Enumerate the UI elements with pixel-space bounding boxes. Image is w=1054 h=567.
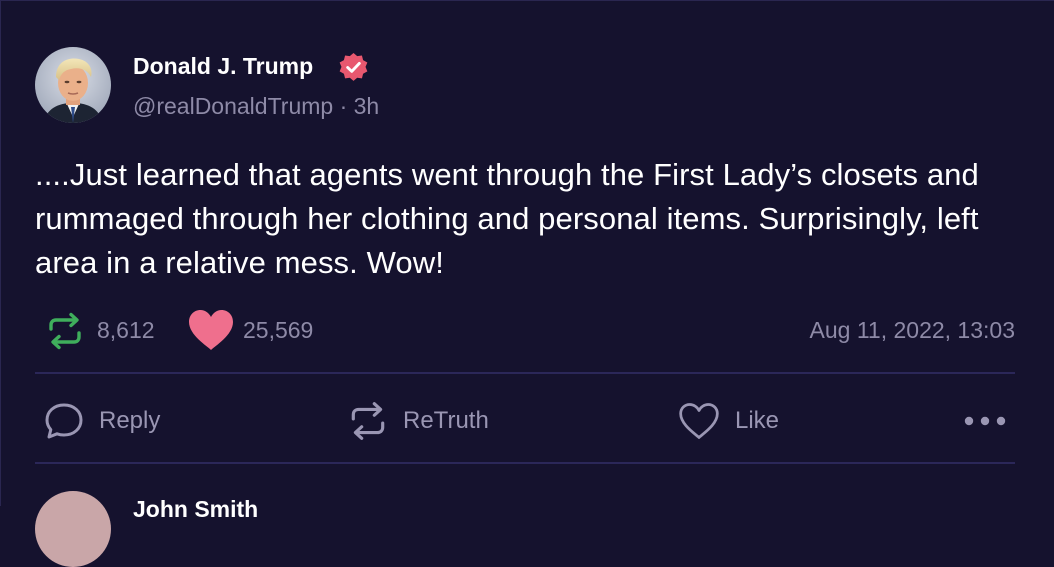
retruth-label: ReTruth	[403, 407, 489, 434]
reply-icon	[45, 403, 83, 439]
time-ago[interactable]: 3h	[354, 93, 380, 119]
reply-label: Reply	[99, 407, 161, 434]
divider-bottom	[35, 462, 1015, 464]
next-post-avatar[interactable]	[35, 491, 111, 567]
post-actions: Reply ReTruth Like	[35, 391, 1015, 451]
like-label: Like	[735, 407, 780, 434]
post-card: Donald J. Trump @realDonaldTrump · 3h ..…	[0, 0, 1054, 567]
post-stats: 8,612 25,569 Aug 11, 2022, 13:03	[35, 305, 1015, 353]
divider-top	[35, 372, 1015, 374]
next-post-author-name[interactable]: John Smith	[133, 496, 258, 523]
author-name[interactable]: Donald J. Trump	[133, 53, 313, 80]
author-handle[interactable]: @realDonaldTrump	[133, 93, 333, 119]
post-timestamp[interactable]: Aug 11, 2022, 13:03	[810, 317, 1015, 344]
like-count[interactable]: 25,569	[243, 317, 313, 344]
author-avatar[interactable]	[35, 47, 111, 123]
more-horizontal-icon[interactable]	[963, 409, 1007, 433]
heart-outline-icon	[679, 403, 719, 439]
retruth-stat-icon[interactable]	[45, 311, 85, 351]
retruth-button[interactable]: ReTruth	[347, 391, 489, 451]
handle-separator: ·	[339, 93, 348, 119]
like-button[interactable]: Like	[677, 391, 779, 451]
avatar-image	[35, 47, 111, 123]
post-text: ....Just learned that agents went throug…	[35, 157, 979, 280]
author-handle-line: @realDonaldTrump · 3h	[133, 93, 379, 120]
heart-filled-icon[interactable]	[187, 308, 235, 352]
retruth-count[interactable]: 8,612	[97, 317, 155, 344]
reply-button[interactable]: Reply	[43, 391, 160, 451]
retruth-icon	[351, 402, 385, 440]
verified-badge-icon	[339, 52, 368, 81]
